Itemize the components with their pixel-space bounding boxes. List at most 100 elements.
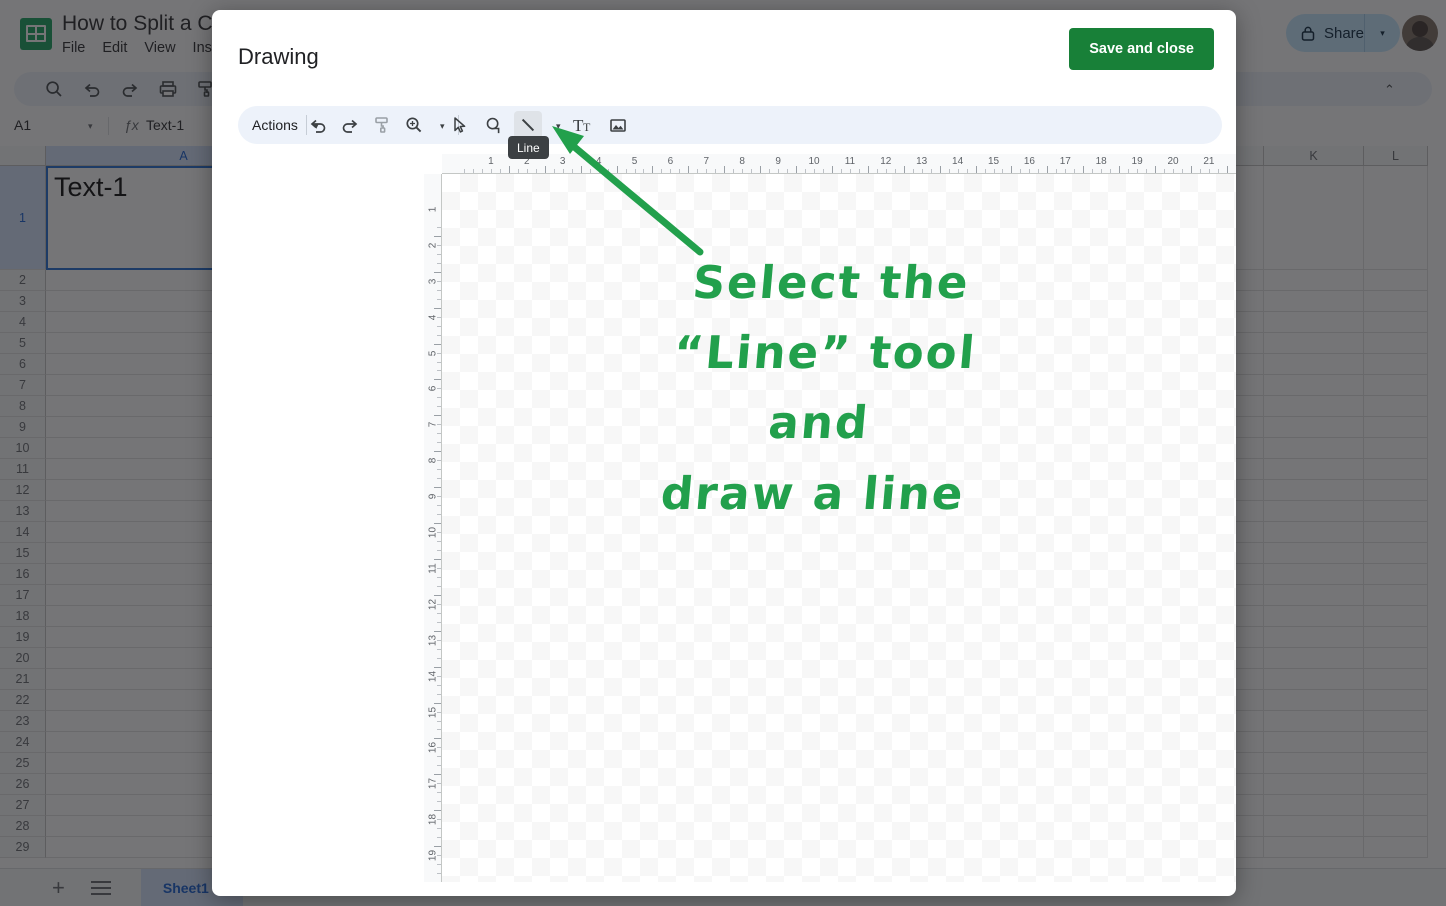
ruler-h-tick [913, 169, 914, 173]
ruler-h-tick [1101, 169, 1102, 173]
zoom-button[interactable] [400, 111, 428, 139]
zoom-caret-icon[interactable]: ▾ [440, 121, 445, 132]
image-icon [608, 115, 628, 135]
ruler-h-tick [742, 169, 743, 173]
annotation-line-1: Select the [618, 248, 1044, 318]
ruler-h-label: 14 [952, 156, 963, 167]
ruler-h-label: 19 [1132, 156, 1143, 167]
undo-button[interactable] [304, 111, 332, 139]
ruler-h-tick [1065, 169, 1066, 173]
ruler-h-tick [599, 169, 600, 173]
ruler-v-tick [434, 308, 441, 309]
ruler-h-label: 9 [775, 156, 781, 167]
ruler-h-tick [590, 169, 591, 173]
actions-menu-label[interactable]: Actions [252, 117, 298, 133]
ruler-h-tick [949, 169, 950, 173]
ruler-h-tick [1218, 169, 1219, 173]
ruler-v-tick [434, 559, 441, 560]
save-and-close-button[interactable]: Save and close [1069, 28, 1214, 70]
ruler-h-tick [1209, 169, 1210, 173]
redo-button[interactable] [336, 111, 364, 139]
shape-icon [484, 115, 504, 135]
svg-text:T: T [583, 120, 591, 134]
ruler-h-tick [958, 169, 959, 173]
ruler-v-label: 16 [428, 741, 439, 755]
paint-format-button[interactable] [368, 111, 396, 139]
ruler-h-tick [841, 169, 842, 173]
ruler-h-tick [1020, 169, 1021, 173]
ruler-h-tick [1128, 169, 1129, 173]
select-tool-button[interactable] [446, 111, 474, 139]
ruler-v-tick [437, 227, 441, 228]
shape-tool-button[interactable] [480, 111, 508, 139]
zoom-icon [404, 115, 424, 135]
annotation-line-3: draw a line [600, 459, 1026, 529]
ruler-v-tick [437, 505, 441, 506]
ruler-v-label: 8 [428, 454, 439, 468]
ruler-v-tick [437, 586, 441, 587]
ruler-v-label: 14 [428, 669, 439, 683]
ruler-h-tick [895, 169, 896, 173]
drawing-toolbar: Actions ▾ [238, 106, 1222, 144]
ruler-v-tick [434, 379, 441, 380]
text-box-tool-button[interactable]: T T [570, 111, 598, 139]
ruler-h-tick [1146, 169, 1147, 173]
image-tool-button[interactable] [604, 111, 632, 139]
ruler-h-tick [922, 169, 923, 173]
ruler-h-tick [617, 166, 618, 173]
ruler-v-tick [434, 487, 441, 488]
ruler-h-tick [1164, 169, 1165, 173]
ruler-h-tick [967, 169, 968, 173]
ruler-h-label: 4 [596, 156, 602, 167]
ruler-v-tick [437, 397, 441, 398]
ruler-h-tick [1056, 169, 1057, 173]
ruler-h-tick [1038, 169, 1039, 173]
ruler-h-tick [1002, 169, 1003, 173]
ruler-h-tick [500, 169, 501, 173]
ruler-v-label: 17 [428, 777, 439, 791]
ruler-h-tick [1092, 169, 1093, 173]
ruler-h-tick [536, 169, 537, 173]
ruler-v-tick [434, 738, 441, 739]
ruler-h-tick [464, 169, 465, 173]
ruler-v-tick [437, 765, 441, 766]
ruler-h-tick [823, 169, 824, 173]
ruler-h-tick [509, 166, 510, 173]
line-tool-button[interactable] [514, 111, 542, 139]
ruler-h-tick [482, 169, 483, 173]
ruler-h-tick [940, 166, 941, 173]
ruler-v-tick [437, 622, 441, 623]
ruler-h-tick [626, 169, 627, 173]
ruler-v-tick [434, 631, 441, 632]
ruler-h-tick [679, 169, 680, 173]
ruler-v-tick [437, 263, 441, 264]
ruler-v-label: 18 [428, 813, 439, 827]
screenshot-root: How to Split a Cell File Edit View Ins S… [0, 0, 1446, 906]
ruler-v-tick [437, 828, 441, 829]
ruler-h-tick [886, 169, 887, 173]
ruler-h-label: 5 [632, 156, 638, 167]
line-caret-icon[interactable]: ▾ [556, 121, 561, 132]
ruler-v-label: 10 [428, 526, 439, 540]
annotation-text: Select the “Line” tool and draw a line [600, 248, 1045, 529]
ruler-v-tick [434, 703, 441, 704]
ruler-v-tick [437, 613, 441, 614]
ruler-h-tick [976, 166, 977, 173]
annotation-line-2: “Line” tool and [606, 318, 1038, 458]
line-tooltip: Line [508, 136, 549, 159]
ruler-v-tick [437, 370, 441, 371]
ruler-h-tick [796, 166, 797, 173]
ruler-h-tick [527, 169, 528, 173]
ruler-h-tick [724, 166, 725, 173]
ruler-h-tick [832, 166, 833, 173]
ruler-h-tick [1155, 166, 1156, 173]
ruler-v-tick [437, 335, 441, 336]
text-box-icon: T T [573, 115, 595, 135]
ruler-h-tick [814, 169, 815, 173]
ruler-h-tick [545, 166, 546, 173]
ruler-h-tick [554, 169, 555, 173]
ruler-v-tick [434, 774, 441, 775]
ruler-h-tick [769, 169, 770, 173]
ruler-v-tick [437, 469, 441, 470]
ruler-h-tick [1047, 166, 1048, 173]
